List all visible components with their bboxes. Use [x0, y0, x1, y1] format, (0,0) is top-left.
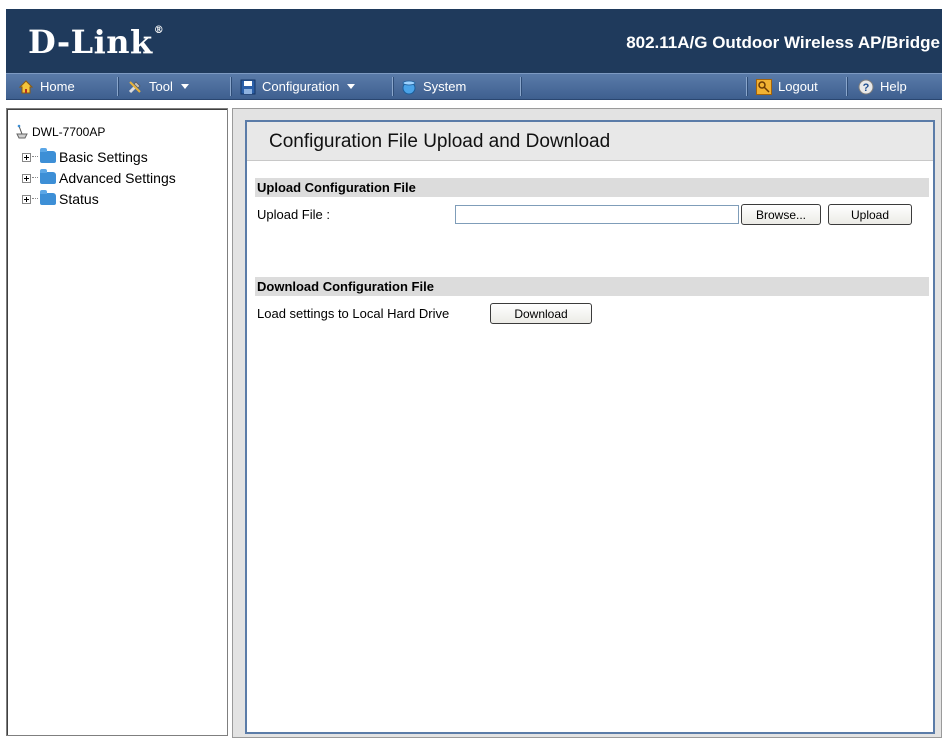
tree-connector — [32, 177, 38, 179]
device-icon — [15, 124, 29, 140]
menu-system-label: System — [423, 79, 467, 94]
menubar: Home Tool Configuration System Logout ? — [6, 73, 942, 100]
menu-help[interactable]: ? Help — [858, 74, 907, 99]
menu-help-label: Help — [880, 79, 907, 94]
menu-separator — [230, 77, 232, 96]
tree-connector — [32, 198, 38, 200]
floppy-disk-icon — [240, 79, 256, 95]
folder-icon — [40, 190, 56, 205]
menu-separator — [117, 77, 119, 96]
tree-item-basic-settings[interactable]: Basic Settings — [22, 148, 148, 165]
expand-icon[interactable] — [22, 152, 31, 162]
logo-text: D-Link — [28, 23, 153, 61]
menu-home[interactable]: Home — [18, 74, 75, 99]
download-button[interactable]: Download — [490, 303, 592, 324]
download-section-title: Download Configuration File — [257, 279, 434, 294]
folder-icon — [40, 148, 56, 163]
menu-separator — [520, 77, 522, 96]
tree-item-advanced-settings[interactable]: Advanced Settings — [22, 169, 176, 186]
page-title: Configuration File Upload and Download — [269, 131, 611, 152]
menu-logout-label: Logout — [778, 79, 818, 94]
tree-connector — [32, 156, 38, 158]
download-section-header: Download Configuration File — [255, 277, 929, 296]
svg-text:?: ? — [863, 82, 870, 94]
product-title: 802.11A/G Outdoor Wireless AP/Bridge — [626, 33, 940, 52]
tree-item-label: Advanced Settings — [59, 170, 176, 186]
upload-section-title: Upload Configuration File — [257, 180, 416, 195]
logo-registered-mark: ® — [153, 25, 165, 36]
menu-separator — [746, 77, 748, 96]
page-title-bar: Configuration File Upload and Download — [247, 122, 933, 161]
upload-file-input[interactable] — [455, 205, 739, 224]
navigation-tree: DWL-7700AP Basic Settings Advanced Setti… — [6, 108, 228, 736]
chevron-down-icon — [347, 84, 356, 89]
menu-home-label: Home — [40, 79, 75, 94]
tree-root-device[interactable]: DWL-7700AP — [15, 124, 105, 140]
folder-icon — [40, 169, 56, 184]
menu-tool[interactable]: Tool — [127, 74, 189, 99]
dlink-logo: D-Link® — [28, 23, 165, 61]
menu-tool-label: Tool — [149, 79, 173, 94]
expand-icon[interactable] — [22, 194, 31, 204]
menu-configuration[interactable]: Configuration — [240, 74, 356, 99]
key-icon — [756, 78, 772, 95]
tree-root-label: DWL-7700AP — [32, 125, 106, 139]
tree-item-label: Basic Settings — [59, 149, 148, 165]
tool-icon — [127, 79, 143, 95]
system-icon — [401, 79, 417, 95]
upload-button[interactable]: Upload — [828, 204, 912, 225]
browse-button[interactable]: Browse... — [741, 204, 821, 225]
menu-separator — [846, 77, 848, 96]
header: D-Link® 802.11A/G Outdoor Wireless AP/Br… — [0, 0, 942, 73]
expand-icon[interactable] — [22, 173, 31, 183]
home-icon — [18, 79, 34, 95]
help-icon: ? — [858, 79, 874, 95]
tree-item-label: Status — [59, 191, 99, 207]
content-panel: Configuration File Upload and Download U… — [245, 120, 935, 734]
menu-logout[interactable]: Logout — [756, 74, 818, 99]
menu-separator — [392, 77, 394, 96]
menu-configuration-label: Configuration — [262, 79, 340, 94]
menu-system[interactable]: System — [401, 74, 466, 99]
upload-section-header: Upload Configuration File — [255, 178, 929, 197]
chevron-down-icon — [180, 84, 189, 89]
tree-item-status[interactable]: Status — [22, 190, 99, 207]
upload-file-label: Upload File : — [257, 207, 330, 222]
load-settings-label: Load settings to Local Hard Drive — [257, 306, 450, 321]
